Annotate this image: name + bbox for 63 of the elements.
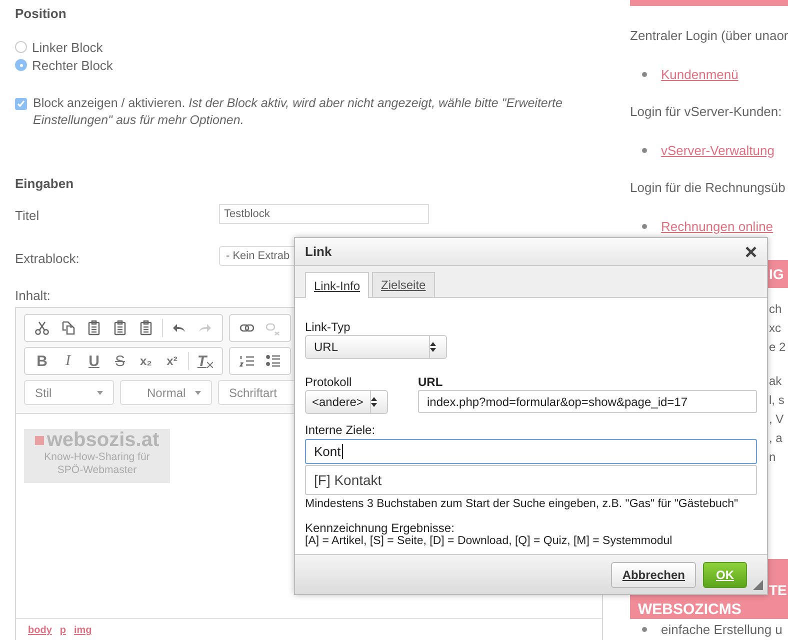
radio-button[interactable] (15, 59, 27, 71)
caret-icon (195, 390, 201, 394)
sidebar-text: Zentraler Login (über unaor (630, 28, 788, 44)
sub-button[interactable]: x₂ (133, 350, 159, 372)
bold-button[interactable]: B (29, 350, 55, 372)
legend-title: Kennzeichnung Ergebnisse: (305, 521, 456, 535)
style-dropdown[interactable]: Stil (24, 380, 114, 405)
protocol-dropdown[interactable]: <andere> (305, 390, 388, 414)
element-path-link[interactable]: p (60, 625, 66, 640)
checkbox-label: Block anzeigen / aktivieren. Ist der Block aktiv, wird aber nicht angezeigt, wähle bitte "Erweiterte Einstellungen" aus für mehr Optionen. (33, 95, 564, 129)
sidebar-link[interactable]: Kundenmenü (661, 66, 738, 82)
x-icon (206, 362, 213, 368)
sidebar-text: Login für vServer-Kunden: (630, 104, 783, 120)
strike-button[interactable]: S (107, 350, 133, 372)
suggestion-item[interactable]: [F] Kontakt (306, 466, 756, 494)
flag-icon (34, 436, 44, 444)
caret-icon (97, 390, 103, 394)
sidebar-text: , a (769, 431, 782, 445)
sidebar-link[interactable]: Rechnungen online (661, 218, 774, 234)
sidebar-text: einfache Erstellung u (661, 622, 782, 636)
hint-text: Mindestens 3 Buchstaben zum Start der Suche eingeben, z.B. "Gas" für "Gästebuch" (305, 498, 740, 510)
sidebar-text: ch (769, 302, 782, 316)
sidebar-text: n (769, 450, 776, 464)
field-label: Link-Typ (305, 320, 352, 335)
field-label: Interne Ziele: (305, 423, 376, 438)
field-label: Inhalt: (15, 288, 52, 304)
search-field[interactable]: Kont (305, 439, 757, 464)
sidebar-text: , V (769, 412, 784, 426)
checkbox[interactable] (15, 98, 27, 110)
title-field[interactable]: Testblock (219, 204, 429, 224)
section-heading: Eingaben (15, 176, 75, 193)
element-path-link[interactable]: body (28, 625, 52, 640)
sup-button[interactable]: x² (159, 350, 185, 372)
style-dropdown[interactable]: Normal (120, 380, 212, 405)
clear-button[interactable]: T (192, 350, 218, 372)
field-label: Extrablock: (15, 251, 80, 268)
sidebar-text: e 2 (769, 340, 786, 354)
sidebar-text: Login für die Rechnungsüb (630, 180, 786, 196)
updown-icon (371, 397, 377, 407)
link-type-dropdown[interactable]: URL (305, 335, 447, 359)
ok-button[interactable]: OK (703, 562, 747, 588)
sidebar-link[interactable]: vServer-Verwaltung (661, 142, 774, 158)
sidebar-text: ak (769, 374, 782, 388)
dialog-tab[interactable]: Zielseite (372, 272, 435, 297)
legend-text: [A] = Artikel, [S] = Seite, [D] = Download, [Q] = Quiz, [M] = Systemmodul (305, 535, 674, 547)
updown-icon (430, 342, 436, 352)
sidebar-text: xc (769, 321, 781, 335)
dialog-tab[interactable]: Link-Info (305, 272, 370, 298)
sidebar-text: l, s (769, 393, 784, 407)
underline-button[interactable]: U (81, 350, 107, 372)
radio-button[interactable] (15, 41, 27, 53)
field-label: Titel (15, 208, 40, 225)
italic-button[interactable]: I (55, 350, 81, 372)
cancel-button[interactable]: Abbrechen (611, 562, 696, 588)
radio-label: Linker Block (32, 40, 103, 54)
url-field[interactable]: index.php?mod=formular&op=show&page_id=17 (418, 390, 757, 413)
element-path-link[interactable]: img (74, 625, 92, 640)
logo-tagline: Know-How-Sharing für SPÖ-Webmaster (43, 451, 151, 477)
close-icon[interactable] (745, 246, 757, 258)
field-label: URL (418, 375, 444, 390)
resize-grip-icon[interactable] (753, 580, 763, 590)
radio-label: Rechter Block (32, 58, 113, 72)
section-heading: Position (15, 6, 68, 23)
